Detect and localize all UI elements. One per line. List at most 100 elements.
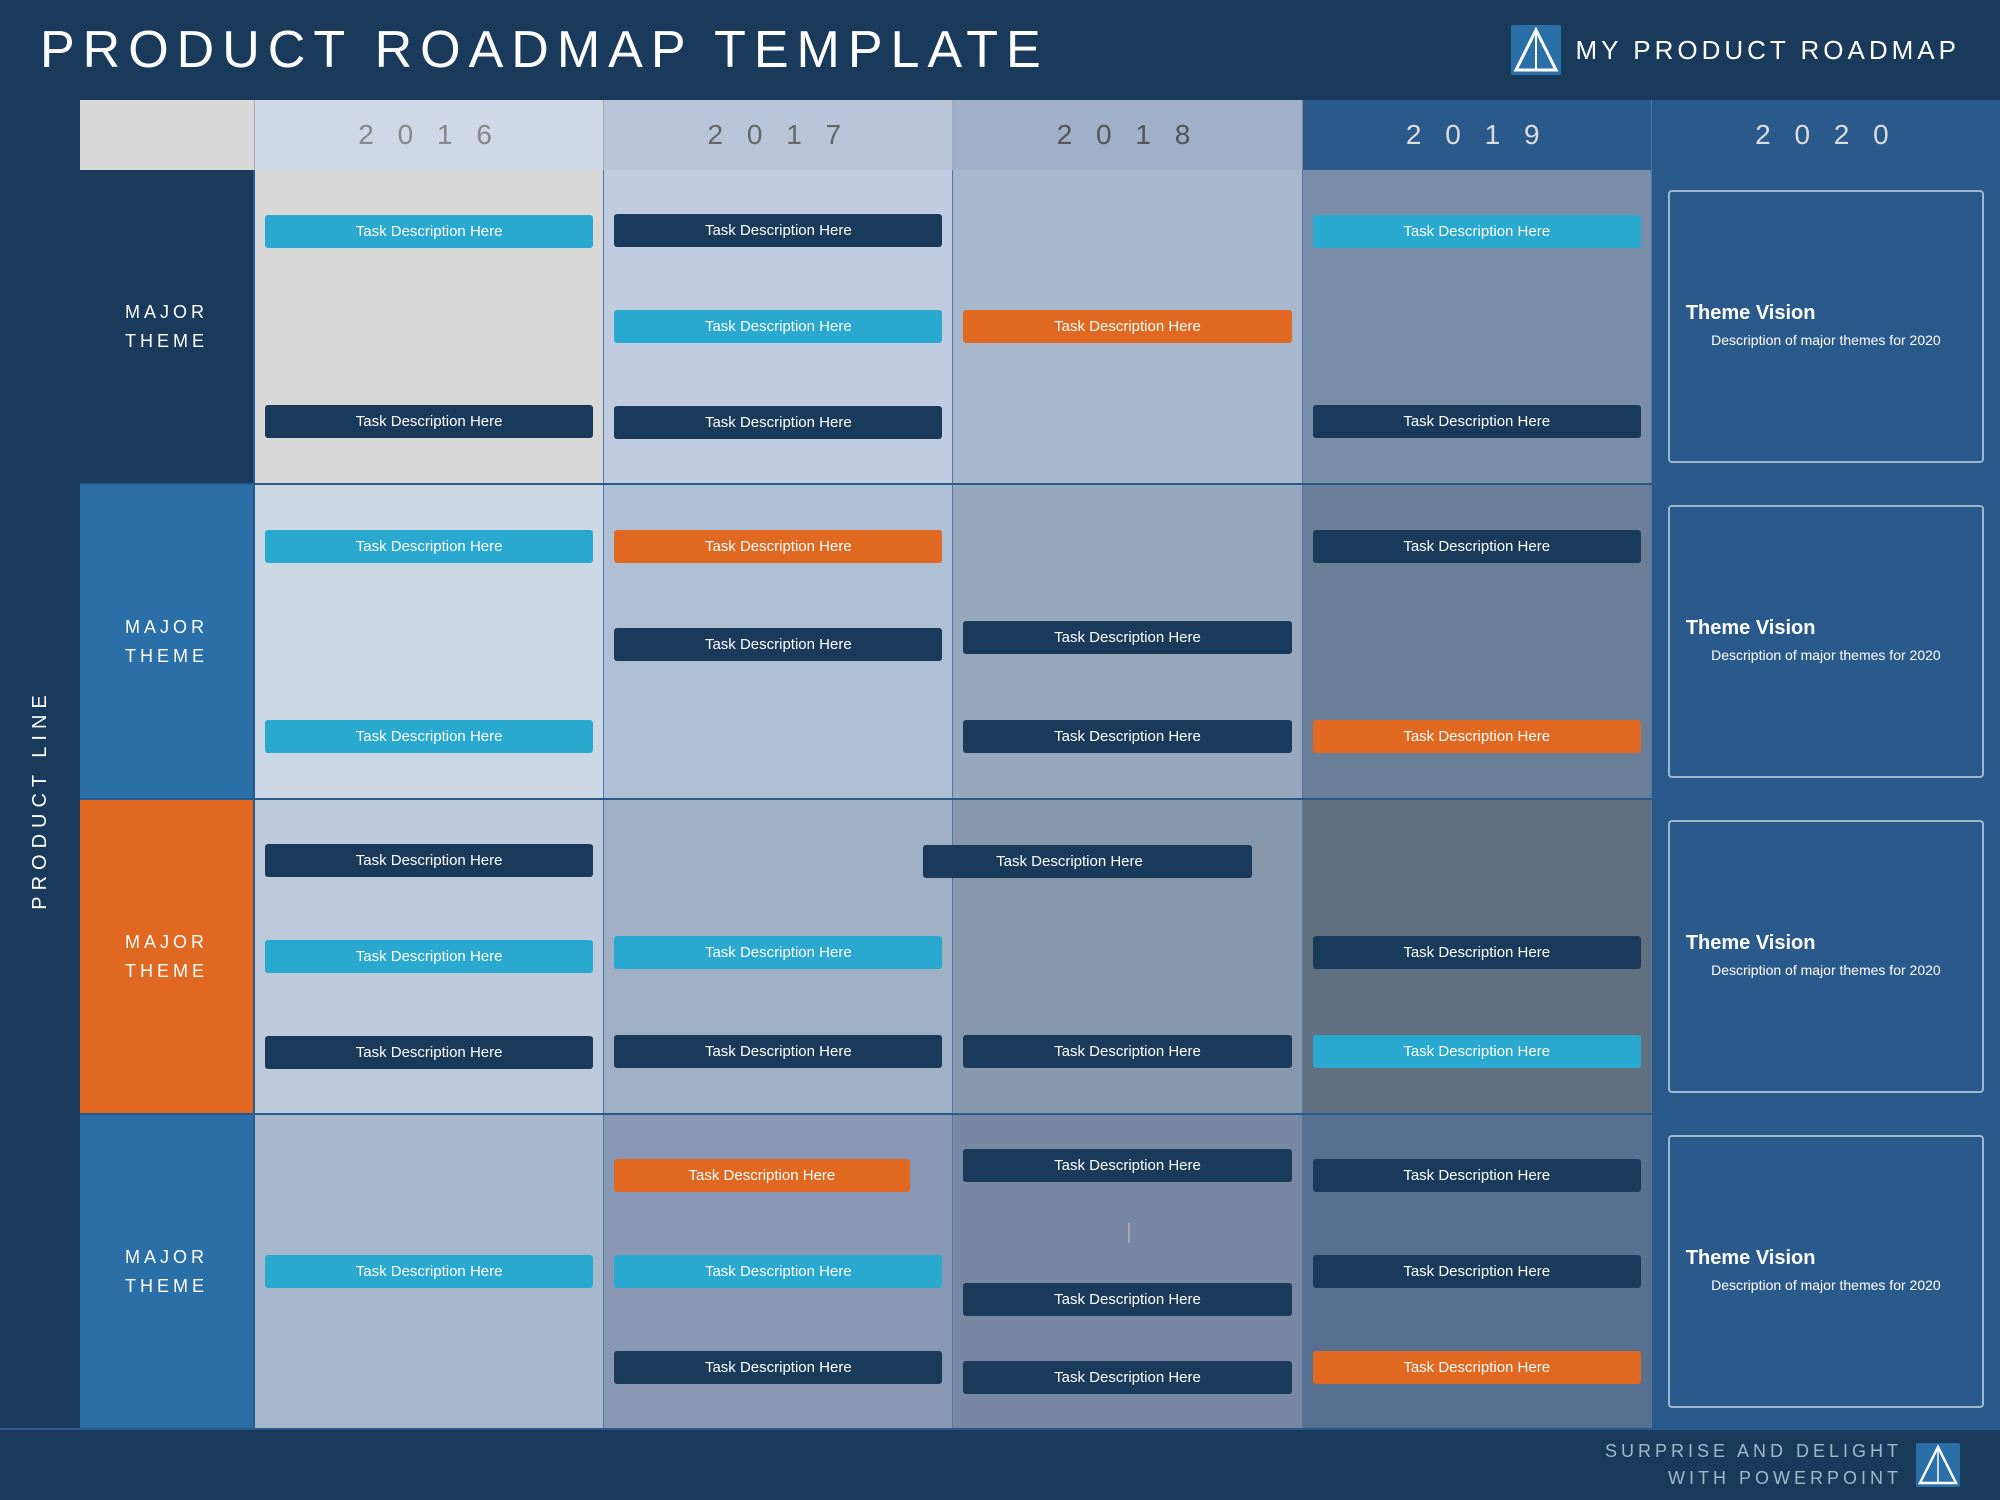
task-pill: Task Description Here [614, 936, 942, 969]
year-2016: 2 0 1 6 [255, 100, 604, 170]
year-2019: 2 0 1 9 [1303, 100, 1652, 170]
task-pill: Task Description Here [265, 215, 593, 248]
theme-label-4: MAJORTHEME [80, 1115, 255, 1428]
grid-row-3: MAJORTHEME Task Description Here Task De… [80, 800, 2000, 1115]
task-pill: Task Description Here [614, 310, 942, 343]
grid-row-2: MAJORTHEME Task Description Here Task De… [80, 485, 2000, 800]
task-pill: Task Description Here [923, 845, 1251, 878]
cell-1-2016: Task Description Here Task Description H… [255, 170, 604, 483]
theme-label-text-2: MAJORTHEME [125, 613, 208, 671]
task-pill: Task Description Here [963, 310, 1291, 343]
task-pill: Task Description Here [1313, 405, 1641, 438]
vertical-label-col: PRODUCT LINE [0, 170, 80, 1428]
theme-vision-3: Theme Vision Description of major themes… [1668, 820, 1984, 1093]
grid-area: MAJORTHEME Task Description Here Task De… [80, 170, 2000, 1428]
task-pill: Task Description Here [1313, 530, 1641, 563]
footer: SURPRISE AND DELIGHT WITH POWERPOINT [0, 1428, 2000, 1500]
theme-vision-desc-4: Description of major themes for 2020 [1686, 1276, 1966, 1296]
year-2018: 2 0 1 8 [953, 100, 1302, 170]
task-pill: Task Description Here [963, 720, 1291, 753]
task-pill: Task Description Here [963, 1283, 1291, 1316]
cell-1-2017: Task Description Here Task Description H… [604, 170, 953, 483]
theme-vision-title-1: Theme Vision [1686, 302, 1966, 325]
page-title: PRODUCT ROADMAP TEMPLATE [40, 20, 1049, 80]
cell-2-2019: Task Description Here Task Description H… [1303, 485, 1652, 798]
theme-vision-title-4: Theme Vision [1686, 1247, 1966, 1270]
cell-3-2016: Task Description Here Task Description H… [255, 800, 604, 1113]
grid-row-4: MAJORTHEME Task Description Here Task De… [80, 1115, 2000, 1428]
year-2020: 2 0 2 0 [1652, 100, 2000, 170]
theme-label-text-4: MAJORTHEME [125, 1243, 208, 1301]
task-pill: Task Description Here [963, 1149, 1291, 1182]
cell-4-2018: Task Description Here Task Description H… [953, 1115, 1302, 1428]
header-right: MY PRODUCT ROADMAP [1511, 25, 1960, 75]
theme-label-text-3: MAJORTHEME [125, 928, 208, 986]
theme-label-2: MAJORTHEME [80, 485, 255, 798]
grid-content: PRODUCT LINE MAJORTHEME Task Description… [0, 170, 2000, 1428]
cell-4-2019: Task Description Here Task Description H… [1303, 1115, 1652, 1428]
cell-4-2017: Task Description Here Task Description H… [604, 1115, 953, 1428]
theme-label-1: MAJORTHEME [80, 170, 255, 483]
year-2017: 2 0 1 7 [604, 100, 953, 170]
cell-2-2017: Task Description Here Task Description H… [604, 485, 953, 798]
cell-2-2020: Theme Vision Description of major themes… [1652, 485, 2000, 798]
theme-label-text-1: MAJORTHEME [125, 298, 208, 356]
task-pill: Task Description Here [614, 1035, 942, 1068]
cell-3-2018: Task Description Here Task Description H… [953, 800, 1302, 1113]
cell-1-2019: Task Description Here Task Description H… [1303, 170, 1652, 483]
task-pill: Task Description Here [963, 1035, 1291, 1068]
task-pill: Task Description Here [614, 628, 942, 661]
task-pill: Task Description Here [614, 1255, 942, 1288]
cell-3-2017: Task Description Here Task Description H… [604, 800, 953, 1113]
task-pill: Task Description Here [265, 1036, 593, 1069]
task-pill: Task Description Here [1313, 936, 1641, 969]
cell-1-2020: Theme Vision Description of major themes… [1652, 170, 2000, 483]
task-pill: Task Description Here [963, 1361, 1291, 1394]
cell-2-2018: Task Description Here Task Description H… [953, 485, 1302, 798]
grid-row-1: MAJORTHEME Task Description Here Task De… [80, 170, 2000, 485]
task-pill: Task Description Here [614, 406, 942, 439]
cell-3-2020: Theme Vision Description of major themes… [1652, 800, 2000, 1113]
task-pill: Task Description Here [1313, 1351, 1641, 1384]
theme-vision-2: Theme Vision Description of major themes… [1668, 505, 1984, 778]
task-pill: Task Description Here [265, 1255, 593, 1288]
task-pill: Task Description Here [265, 405, 593, 438]
task-pill: Task Description Here [614, 1351, 942, 1384]
task-pill: Task Description Here [614, 214, 942, 247]
theme-vision-title-3: Theme Vision [1686, 932, 1966, 955]
brand-name: MY PRODUCT ROADMAP [1575, 35, 1960, 66]
cell-4-2020: Theme Vision Description of major themes… [1652, 1115, 2000, 1428]
main-container: PRODUCT ROADMAP TEMPLATE MY PRODUCT ROAD… [0, 0, 2000, 1500]
cell-4-2016: Task Description Here [255, 1115, 604, 1428]
theme-vision-desc-1: Description of major themes for 2020 [1686, 331, 1966, 351]
task-pill: Task Description Here [1313, 1035, 1641, 1068]
task-pill: Task Description Here [963, 621, 1291, 654]
footer-line1: SURPRISE AND DELIGHT [1605, 1441, 1902, 1461]
task-pill: Task Description Here [614, 530, 942, 563]
task-pill: Task Description Here [1313, 720, 1641, 753]
task-pill: Task Description Here [1313, 1159, 1641, 1192]
product-logo-icon [1511, 25, 1561, 75]
header: PRODUCT ROADMAP TEMPLATE MY PRODUCT ROAD… [0, 0, 2000, 100]
theme-vision-4: Theme Vision Description of major themes… [1668, 1135, 1984, 1408]
task-pill: Task Description Here [1313, 1255, 1641, 1288]
cell-2-2016: Task Description Here Task Description H… [255, 485, 604, 798]
task-pill: Task Description Here [265, 940, 593, 973]
year-header-row: 2 0 1 6 2 0 1 7 2 0 1 8 2 0 1 9 2 0 2 0 [0, 100, 2000, 170]
theme-label-3: MAJORTHEME [80, 800, 255, 1113]
theme-vision-desc-2: Description of major themes for 2020 [1686, 646, 1966, 666]
task-pill: Task Description Here [1313, 215, 1641, 248]
task-pill: Task Description Here [265, 720, 593, 753]
task-pill: Task Description Here [265, 844, 593, 877]
cell-3-2019: Task Description Here Task Description H… [1303, 800, 1652, 1113]
theme-vision-title-2: Theme Vision [1686, 617, 1966, 640]
task-pill: Task Description Here [265, 530, 593, 563]
theme-vision-desc-3: Description of major themes for 2020 [1686, 961, 1966, 981]
product-line-label: PRODUCT LINE [29, 689, 52, 910]
footer-text: SURPRISE AND DELIGHT WITH POWERPOINT [1605, 1438, 1902, 1492]
cell-1-2018: Task Description Here [953, 170, 1302, 483]
theme-vision-1: Theme Vision Description of major themes… [1668, 190, 1984, 463]
footer-line2: WITH POWERPOINT [1668, 1468, 1902, 1488]
task-pill: Task Description Here [614, 1159, 909, 1192]
footer-logo-icon [1916, 1443, 1960, 1487]
